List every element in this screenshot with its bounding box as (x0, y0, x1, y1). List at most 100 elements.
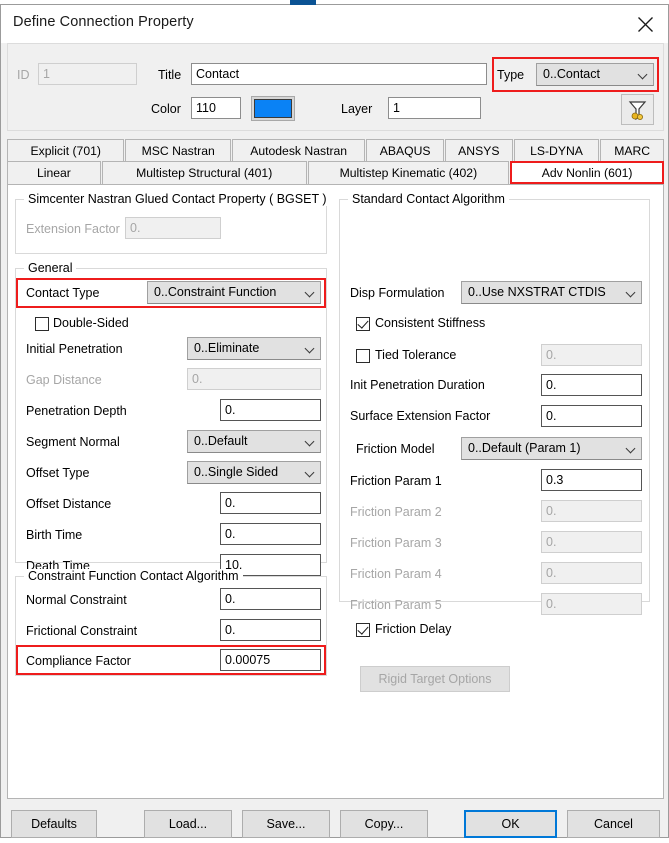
color-input[interactable] (191, 97, 241, 119)
friction-param-4-input[interactable] (541, 562, 642, 584)
tab-autodesk-nastran[interactable]: Autodesk Nastran (231, 139, 366, 161)
birth-time-input[interactable] (220, 523, 321, 545)
surface-extension-factor-input[interactable] (541, 405, 642, 427)
load-button[interactable]: Load... (144, 810, 232, 838)
chevron-down-icon (626, 291, 635, 296)
defaults-label: Defaults (31, 817, 77, 831)
normal-constraint-input[interactable] (220, 588, 321, 610)
birth-time-label: Birth Time (26, 528, 83, 542)
disp-formulation-dropdown[interactable]: 0..Use NXSTRAT CTDIS (461, 281, 642, 304)
gap-distance-input[interactable] (187, 368, 321, 390)
tab-label: Autodesk Nastran (250, 143, 348, 158)
tab-linear[interactable]: Linear (7, 161, 101, 184)
constraint-function-group-caption: Constraint Function Contact Algorithm (24, 569, 243, 583)
consistent-stiffness-checkbox[interactable] (356, 317, 370, 331)
id-label: ID (17, 68, 30, 82)
friction-param-1-input[interactable] (541, 469, 642, 491)
friction-delay-checkbox[interactable] (356, 623, 370, 637)
tab-ansys[interactable]: ANSYS (444, 139, 513, 161)
compliance-factor-input[interactable] (220, 649, 321, 671)
compliance-factor-label: Compliance Factor (26, 654, 131, 668)
tied-tolerance-label: Tied Tolerance (375, 348, 457, 362)
rigid-target-options-button[interactable]: Rigid Target Options (360, 666, 510, 692)
penetration-depth-input[interactable] (220, 399, 321, 421)
init-penetration-duration-input[interactable] (541, 374, 642, 396)
extension-factor-input[interactable] (125, 217, 221, 239)
friction-model-value: 0..Default (Param 1) (468, 441, 581, 455)
type-dropdown-value: 0..Contact (543, 67, 600, 81)
tab-label: MARC (614, 143, 651, 158)
defaults-button[interactable]: Defaults (11, 810, 97, 838)
dialog-button-bar: Defaults Load... Save... Copy... OK Canc… (1, 805, 669, 843)
color-swatch[interactable] (251, 96, 295, 121)
ok-button[interactable]: OK (464, 810, 557, 838)
copy-label: Copy... (364, 817, 404, 831)
tab-label: Linear (36, 166, 71, 180)
friction-model-label: Friction Model (356, 442, 435, 456)
id-field[interactable] (38, 63, 137, 85)
tied-tolerance-input[interactable] (541, 344, 642, 366)
penetration-depth-label: Penetration Depth (26, 404, 127, 418)
tab-adv-nonlin-601[interactable]: Adv Nonlin (601) (510, 161, 664, 184)
initial-penetration-dropdown[interactable]: 0..Eliminate (187, 337, 321, 360)
tab-explicit-701[interactable]: Explicit (701) (7, 139, 125, 161)
save-button[interactable]: Save... (242, 810, 330, 838)
double-sided-checkbox[interactable] (35, 317, 49, 331)
tab-content-panel: Simcenter Nastran Glued Contact Property… (7, 184, 664, 799)
segment-normal-label: Segment Normal (26, 435, 120, 449)
friction-model-dropdown[interactable]: 0..Default (Param 1) (461, 437, 642, 460)
friction-param-5-input[interactable] (541, 593, 642, 615)
layer-input[interactable] (388, 97, 481, 119)
chevron-down-icon (638, 73, 647, 78)
tab-label: MSC Nastran (141, 143, 215, 158)
layer-label: Layer (341, 102, 373, 116)
offset-distance-input[interactable] (220, 492, 321, 514)
cancel-button[interactable]: Cancel (567, 810, 660, 838)
tab-row-1: Explicit (701) MSC Nastran Autodesk Nast… (7, 139, 664, 161)
tab-abaqus[interactable]: ABAQUS (366, 139, 444, 161)
glued-contact-group-caption: Simcenter Nastran Glued Contact Property… (24, 192, 331, 206)
tab-row-2: Linear Multistep Structural (401) Multis… (7, 161, 664, 184)
friction-param-2-input[interactable] (541, 500, 642, 522)
friction-param-2-label: Friction Param 2 (350, 505, 442, 519)
offset-type-dropdown[interactable]: 0..Single Sided (187, 461, 321, 484)
chevron-down-icon (305, 347, 314, 352)
segment-normal-dropdown[interactable]: 0..Default (187, 430, 321, 453)
disp-formulation-value: 0..Use NXSTRAT CTDIS (468, 285, 606, 299)
tab-multistep-kinematic-402[interactable]: Multistep Kinematic (402) (307, 161, 510, 184)
tied-tolerance-checkbox[interactable] (356, 349, 370, 363)
normal-constraint-label: Normal Constraint (26, 593, 127, 607)
consistent-stiffness-label: Consistent Stiffness (375, 316, 486, 330)
standard-contact-group-caption: Standard Contact Algorithm (348, 192, 509, 206)
friction-param-4-label: Friction Param 4 (350, 567, 442, 581)
tab-marc[interactable]: MARC (600, 139, 664, 161)
chevron-down-icon (305, 471, 314, 476)
contact-type-dropdown[interactable]: 0..Constraint Function (147, 281, 321, 304)
tab-ls-dyna[interactable]: LS-DYNA (513, 139, 600, 161)
tab-label: Multistep Structural (401) (136, 166, 273, 180)
offset-distance-label: Offset Distance (26, 497, 112, 511)
segment-normal-value: 0..Default (194, 434, 248, 448)
tab-msc-nastran[interactable]: MSC Nastran (125, 139, 231, 161)
tab-label: Multistep Kinematic (402) (339, 166, 478, 180)
close-icon[interactable] (622, 5, 668, 43)
copy-button[interactable]: Copy... (340, 810, 428, 838)
contact-type-value: 0..Constraint Function (154, 285, 277, 299)
type-dropdown[interactable]: 0..Contact (536, 63, 654, 86)
offset-type-label: Offset Type (26, 466, 90, 480)
friction-param-3-input[interactable] (541, 531, 642, 553)
tab-label: LS-DYNA (530, 143, 583, 158)
load-label: Load... (168, 817, 208, 831)
funnel-icon[interactable] (621, 94, 654, 125)
initial-penetration-label: Initial Penetration (26, 342, 123, 356)
dialog-titlebar: Define Connection Property (1, 5, 668, 43)
header-panel: ID Title Type 0..Contact Color Layer (7, 43, 664, 131)
frictional-constraint-input[interactable] (220, 619, 321, 641)
gap-distance-label: Gap Distance (26, 373, 102, 387)
chevron-down-icon (305, 291, 314, 296)
extension-factor-label: Extension Factor (26, 222, 120, 236)
ok-label: OK (501, 817, 520, 831)
tab-multistep-structural-401[interactable]: Multistep Structural (401) (101, 161, 307, 184)
friction-param-5-label: Friction Param 5 (350, 598, 442, 612)
title-input[interactable] (191, 63, 487, 85)
